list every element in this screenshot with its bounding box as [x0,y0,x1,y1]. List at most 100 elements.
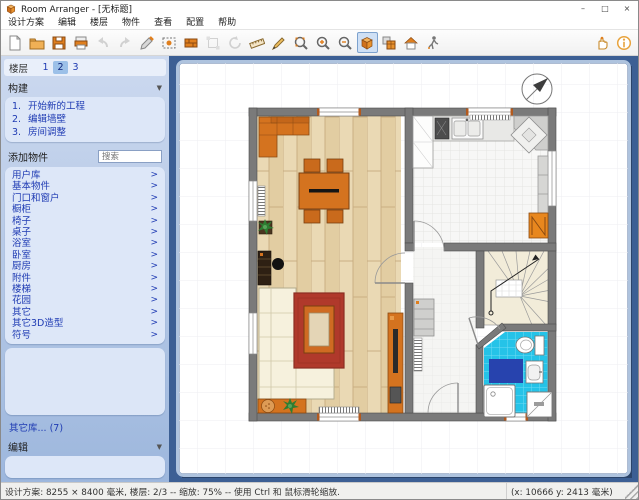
page-grid [179,63,628,474]
zoom-out-button[interactable] [335,32,356,53]
tv-cabinet[interactable] [388,313,403,413]
floor-plan-svg[interactable] [169,56,639,484]
build-step-1[interactable]: 1.开始新的工程 [12,100,158,113]
menu-item-2[interactable]: 楼层 [83,16,115,30]
add-objects-header: 添加物件 [1,146,169,166]
object-category-10[interactable]: 楼梯> [12,284,158,295]
other-libraries-link[interactable]: 其它库... (7) [1,418,169,437]
round-side-table[interactable] [272,258,284,270]
tall-cabinets[interactable] [413,116,433,168]
object-category-9[interactable]: 附件> [12,273,158,284]
measure-button[interactable] [247,32,268,53]
print-button[interactable] [71,32,92,53]
build-step-3[interactable]: 3.房间调整 [12,126,158,139]
object-category-8[interactable]: 厨房> [12,261,158,272]
maximize-button[interactable]: □ [594,1,616,16]
object-category-5[interactable]: 桌子> [12,227,158,238]
washing-machine[interactable] [527,392,552,417]
draw-walls-button[interactable] [269,32,290,53]
object-category-13[interactable]: 其它3D造型> [12,318,158,329]
chevron-right-icon: > [150,273,158,284]
step-label: 房间调整 [28,127,66,138]
sidebar: 楼层 123 构建 ▼ 1.开始新的工程2.编辑墙壁3.房间调整 添加物件 用户… [1,56,169,482]
pointer-mode-button[interactable] [592,32,613,53]
object-category-2[interactable]: 门口和窗户> [12,193,158,204]
close-button[interactable]: × [616,1,638,16]
objects-3d-button[interactable] [379,32,400,53]
toolbar [1,30,638,56]
object-category-14[interactable]: 符号 > [12,330,158,341]
step-number: 2. [12,113,28,126]
object-category-0[interactable]: 用户库> [12,170,158,181]
build-section-header[interactable]: 构建 ▼ [1,78,169,96]
undo-button [93,32,114,53]
menu-item-4[interactable]: 查看 [147,16,179,30]
radiator-hall[interactable] [414,338,422,371]
object-category-1[interactable]: 基本物件> [12,181,158,192]
roof-3d-button[interactable] [401,32,422,53]
bookshelf[interactable] [258,251,271,285]
floor-selector: 楼层 123 [4,59,166,76]
hall-cabinet[interactable] [414,299,434,336]
object-category-3[interactable]: 橱柜 > [12,204,158,215]
zoomsel-icon [293,35,309,51]
toolbar-right-group [591,32,635,53]
sideboard-with-plant[interactable] [258,398,306,414]
shower-tray[interactable] [484,385,515,417]
bath-mat[interactable] [489,359,523,383]
walkthrough-button[interactable] [423,32,444,53]
zoom-in-button[interactable] [313,32,334,53]
category-label: 基本物件 [12,181,50,192]
floor-tab-1[interactable]: 1 [38,61,53,74]
object-category-11[interactable]: 花园> [12,295,158,306]
menu-item-5[interactable]: 配置 [179,16,211,30]
save-button[interactable] [49,32,70,53]
object-search-input[interactable] [98,150,162,163]
collapse-arrow-icon[interactable]: ▼ [157,443,162,451]
edit-header-label: 编辑 [8,439,28,454]
coffee-table[interactable] [304,306,334,353]
category-label: 卧室 [12,250,31,261]
object-category-12[interactable]: 其它> [12,307,158,318]
paint-button[interactable] [137,32,158,53]
category-label: 符号 [12,330,31,341]
house-icon [403,35,419,51]
radiator-bottom[interactable] [319,407,359,413]
minimize-button[interactable]: – [572,1,594,16]
plan-canvas[interactable] [169,56,638,482]
menu-item-1[interactable]: 编辑 [51,16,83,30]
pick-texture-button[interactable] [159,32,180,53]
menu-item-6[interactable]: 帮助 [211,16,243,30]
chevron-right-icon: > [150,204,158,215]
object-category-7[interactable]: 卧室> [12,250,158,261]
radiator-kitchen[interactable] [470,115,510,120]
kitchen-sink[interactable] [452,118,483,139]
about-button[interactable] [614,32,635,53]
menu-item-3[interactable]: 物件 [115,16,147,30]
category-label: 花园 [12,295,31,306]
wash-basin[interactable] [526,361,543,383]
object-category-6[interactable]: 浴室> [12,238,158,249]
chevron-right-icon: > [150,284,158,295]
floor-tab-3[interactable]: 3 [68,61,83,74]
wall-cabinets-right[interactable] [538,156,548,213]
radiator-left[interactable] [258,186,265,216]
open-button[interactable] [27,32,48,53]
oven[interactable] [529,213,548,238]
chevron-right-icon: > [150,330,158,341]
collapse-arrow-icon[interactable]: ▼ [157,84,162,92]
save-icon [51,35,67,51]
menu-item-0[interactable]: 设计方案 [1,16,51,30]
edit-section-header[interactable]: 编辑 ▼ [1,437,169,455]
view-3d-button[interactable] [357,32,378,53]
build-step-2[interactable]: 2.编辑墙壁 [12,113,158,126]
category-label: 橱柜 [12,204,31,215]
plant-left[interactable] [258,219,274,235]
object-category-4[interactable]: 椅子> [12,216,158,227]
materials-button[interactable] [181,32,202,53]
zoom-selection-button[interactable] [291,32,312,53]
new-project-button[interactable] [5,32,26,53]
room-staircase[interactable] [484,251,556,325]
resize-grip[interactable] [625,483,638,499]
floor-tab-2[interactable]: 2 [53,61,68,74]
